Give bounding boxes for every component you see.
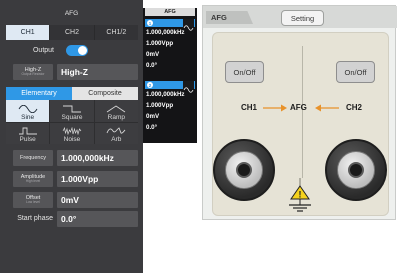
ch1-amplitude: 1.000Vpp (146, 40, 174, 47)
tab-ch1-2[interactable]: CH1/2 (94, 25, 138, 40)
offset-label: Offset Low level (13, 192, 53, 208)
waveform-sine-button[interactable]: Sine (6, 100, 50, 122)
offset-value-field[interactable]: 0mV (57, 192, 138, 208)
waveform-ramp-button[interactable]: Ramp (94, 100, 138, 122)
ch2-onoff-button[interactable]: On/Off (336, 61, 375, 83)
ch1-bnc-connector (213, 139, 275, 201)
waveform-label: Arb (111, 136, 122, 143)
overlay-title: AFG (145, 8, 195, 16)
square-wave-icon (62, 105, 81, 112)
highz-sublabel: Output Resistor (21, 72, 45, 77)
ch1-label: CH1 (241, 103, 258, 112)
toggle-knob (78, 46, 87, 55)
arrow-left-icon (315, 104, 339, 112)
panel-title: AFG (64, 10, 79, 17)
amplitude-label: Amplitude High level (13, 171, 53, 187)
ch2-bnc-connector (325, 139, 387, 201)
waveform-square-button[interactable]: Square (50, 100, 94, 122)
afg-status-overlay: AFG 1 1.000,000kHz 1.000Vpp 0mV 0.0° 2 1… (143, 8, 197, 143)
frequency-value-field[interactable]: 1.000,000kHz (57, 150, 138, 166)
waveform-label: Sine (21, 113, 35, 121)
afg-label: AFG (290, 103, 307, 112)
tab-elementary[interactable]: Elementary (6, 87, 72, 100)
mode-tabs: Elementary Composite (6, 87, 138, 100)
ch2-offset: 0mV (146, 113, 160, 120)
waveform-label: Pulse (19, 136, 36, 143)
waveform-label: Ramp (107, 113, 125, 121)
center-divider (302, 46, 303, 178)
waveform-grid: Sine Square Ramp Pulse Noise Arb (6, 100, 138, 144)
ramp-wave-icon (107, 104, 126, 112)
waveform-pulse-button[interactable]: Pulse (6, 122, 50, 144)
output-toggle[interactable] (66, 45, 88, 56)
arb-wave-icon (106, 127, 126, 134)
afg-tab-label: AFG (206, 11, 253, 24)
highz-label: High-Z Output Resistor (13, 64, 53, 80)
waveform-noise-button[interactable]: Noise (50, 122, 94, 144)
ch1-onoff-button[interactable]: On/Off (225, 61, 264, 83)
tab-composite[interactable]: Composite (72, 87, 138, 100)
ch1-frequency: 1.000,000kHz (146, 29, 185, 36)
sine-wave-icon (18, 104, 38, 113)
channel-tabs: CH1 CH2 CH1/2 (6, 25, 138, 40)
waveform-label: Square (61, 113, 83, 121)
ch2-number-badge: 2 (147, 82, 153, 88)
ch1-number-badge: 1 (147, 20, 153, 26)
tab-ch1[interactable]: CH1 (6, 25, 51, 40)
front-panel-photo: AFG Setting On/Off On/Off CH1 AFG CH2 ! (202, 5, 397, 220)
sine-wave-icon (183, 81, 194, 93)
highz-value-field[interactable]: High-Z (57, 64, 138, 80)
ch2-label: CH2 (346, 103, 363, 112)
screenshot: AFG CH1 CH2 CH1/2 Output High-Z Output R… (0, 0, 400, 273)
arrow-right-icon (263, 104, 287, 112)
bnc-core (236, 162, 252, 178)
warning-ground-icon: ! (289, 178, 311, 212)
frequency-label-text: Frequency (20, 154, 46, 161)
overlay-ch2-header: 2 (145, 81, 195, 93)
waveform-arb-button[interactable]: Arb (94, 122, 138, 144)
ch2-frequency: 1.000,000kHz (146, 91, 185, 98)
sine-wave-icon (183, 19, 194, 31)
frequency-label: Frequency (13, 150, 53, 166)
amplitude-value-field[interactable]: 1.000Vpp (57, 171, 138, 187)
ch1-offset: 0mV (146, 51, 160, 58)
noise-wave-icon (62, 127, 82, 135)
output-label: Output (32, 47, 54, 54)
bnc-ring (225, 151, 263, 189)
svg-text:!: ! (299, 190, 302, 200)
amplitude-sublabel: High level (25, 179, 41, 184)
front-panel-header: AFG Setting (203, 6, 397, 28)
waveform-label: Noise (63, 136, 81, 143)
bnc-ring (337, 151, 375, 189)
start-phase-label: Start phase (17, 215, 53, 222)
overlay-ch1-header: 1 (145, 19, 195, 31)
pulse-wave-icon (18, 127, 37, 135)
ch2-phase: 0.0° (146, 124, 158, 131)
afg-settings-panel: AFG CH1 CH2 CH1/2 Output High-Z Output R… (0, 0, 143, 273)
ch1-phase: 0.0° (146, 62, 158, 69)
setting-button[interactable]: Setting (281, 10, 324, 26)
ch2-amplitude: 1.000Vpp (146, 102, 174, 109)
offset-sublabel: Low level (26, 200, 40, 205)
start-phase-value-field[interactable]: 0.0° (57, 211, 138, 227)
bnc-core (348, 162, 364, 178)
tab-ch2[interactable]: CH2 (50, 25, 95, 40)
